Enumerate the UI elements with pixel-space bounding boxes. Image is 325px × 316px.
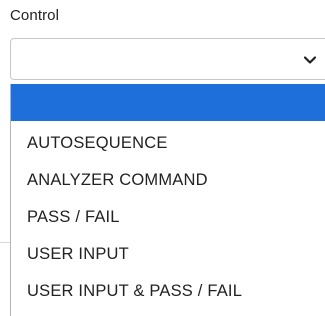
option-blank[interactable] <box>11 84 325 121</box>
option-pass-fail[interactable]: PASS / FAIL <box>11 199 325 236</box>
chevron-down-icon[interactable] <box>302 52 318 68</box>
option-analyzer-command[interactable]: ANALYZER COMMAND <box>11 162 325 199</box>
background-divider <box>0 242 10 243</box>
option-user-input-pass-fail[interactable]: USER INPUT & PASS / FAIL <box>11 273 325 310</box>
control-select[interactable] <box>10 38 325 80</box>
control-options-list: AUTOSEQUENCE ANALYZER COMMAND PASS / FAI… <box>11 84 325 310</box>
option-autosequence[interactable]: AUTOSEQUENCE <box>11 125 325 162</box>
option-user-input[interactable]: USER INPUT <box>11 236 325 273</box>
control-dropdown-menu: AUTOSEQUENCE ANALYZER COMMAND PASS / FAI… <box>10 84 325 316</box>
control-field-label: Control <box>10 7 60 24</box>
